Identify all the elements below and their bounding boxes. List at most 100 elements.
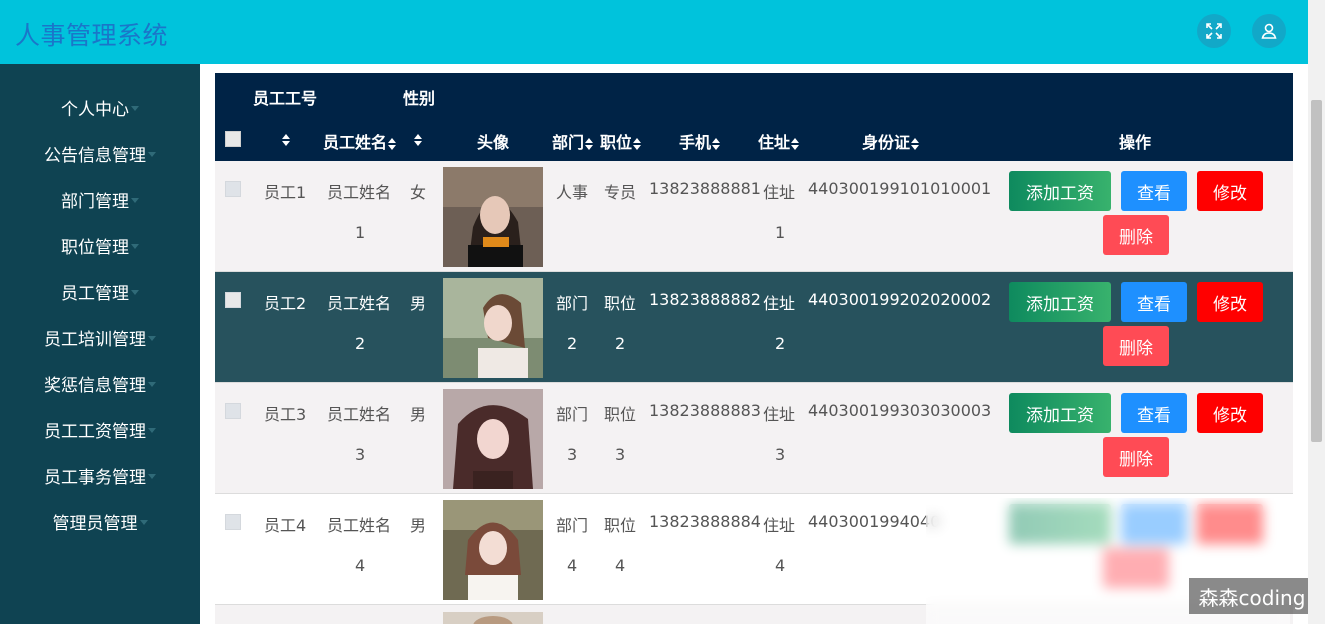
row-checkbox[interactable] [225, 292, 241, 308]
fullscreen-icon [1206, 23, 1222, 39]
delete-button[interactable]: 删除 [1103, 437, 1169, 477]
cell-position-number: 3 [615, 445, 626, 464]
sort-icon [791, 137, 800, 150]
sidebar-item-rewards[interactable]: 奖惩信息管理 [0, 360, 200, 406]
page-scrollbar[interactable] [1308, 0, 1325, 624]
header-dept-label: 部门 [552, 133, 585, 152]
sidebar-item-training[interactable]: 员工培训管理 [0, 314, 200, 360]
sort-employee-no[interactable] [281, 129, 290, 148]
header-id-card-label: 身份证 [862, 133, 911, 152]
sidebar-item-label: 部门管理 [61, 191, 129, 212]
watermark: 森森coding [1189, 578, 1315, 614]
caret-down-icon [131, 105, 139, 111]
view-button[interactable]: 查看 [1121, 171, 1187, 211]
cell-address: 住址 [763, 183, 796, 202]
header-position[interactable]: 职位 [600, 129, 642, 153]
fullscreen-button[interactable] [1197, 14, 1231, 48]
cell-position: 职位 [604, 405, 637, 424]
header-avatar: 头像 [477, 133, 510, 152]
sidebar-item-affairs[interactable]: 员工事务管理 [0, 452, 200, 498]
header-phone[interactable]: 手机 [679, 129, 721, 153]
sidebar-item-announcements[interactable]: 公告信息管理 [0, 130, 200, 176]
sidebar-item-admins[interactable]: 管理员管理 [0, 498, 200, 544]
avatar [443, 500, 543, 600]
cell-position: 职位 [604, 516, 637, 535]
sort-icon [585, 137, 594, 150]
select-all-checkbox[interactable] [225, 131, 241, 147]
caret-down-icon [148, 335, 156, 341]
delete-button[interactable]: 删除 [1103, 215, 1169, 255]
cell-position-number: 4 [615, 556, 626, 575]
cell-address: 住址 [763, 516, 796, 535]
sidebar-item-label: 员工培训管理 [44, 329, 146, 350]
cell-name-number: 4 [355, 556, 366, 575]
header-name[interactable]: 员工姓名 [323, 129, 397, 153]
row-checkbox[interactable] [225, 514, 241, 530]
cell-address: 住址 [763, 294, 796, 313]
sidebar-item-label: 员工事务管理 [44, 467, 146, 488]
cell-phone: 13823888884 [649, 512, 761, 531]
cell-employee-no: 员工1 [264, 183, 307, 202]
sidebar-item-salary[interactable]: 员工工资管理 [0, 406, 200, 452]
view-button[interactable]: 查看 [1121, 282, 1187, 322]
cell-position-number: 2 [615, 334, 626, 353]
avatar [443, 389, 543, 489]
avatar [443, 611, 543, 624]
cell-gender: 男 [410, 294, 427, 313]
add-salary-button[interactable]: 添加工资 [1009, 282, 1111, 322]
edit-button[interactable]: 修改 [1197, 171, 1263, 211]
header-gender[interactable]: 性别 [403, 85, 435, 109]
cell-phone: 13823888883 [649, 401, 761, 420]
cell-phone: 13823888881 [649, 179, 761, 198]
top-bar: 人事管理系统 [0, 0, 1308, 64]
sidebar-item-label: 职位管理 [61, 237, 129, 258]
cell-gender: 男 [410, 516, 427, 535]
sidebar-item-positions[interactable]: 职位管理 [0, 222, 200, 268]
header-phone-label: 手机 [679, 133, 712, 152]
cell-dept: 人事 [556, 183, 589, 202]
sort-gender[interactable] [413, 129, 422, 148]
cell-name-number: 1 [355, 223, 366, 242]
cell-id-card: 4403001994040 [808, 512, 941, 531]
edit-button[interactable]: 修改 [1197, 393, 1263, 433]
delete-button[interactable]: 删除 [1103, 326, 1169, 366]
cell-dept-number: 2 [567, 334, 578, 353]
cell-name: 员工姓名 [327, 294, 392, 313]
cell-dept: 部门 [556, 516, 589, 535]
cell-dept: 部门 [556, 405, 589, 424]
edit-button[interactable]: 修改 [1197, 282, 1263, 322]
table-row: 员工3 员工姓名 3 男 部门 3 职位 3 13823888883 住址 3 … [215, 383, 1293, 494]
add-salary-button[interactable]: 添加工资 [1009, 171, 1111, 211]
cell-address-number: 2 [775, 334, 786, 353]
row-checkbox[interactable] [225, 403, 241, 419]
cell-dept-number: 4 [567, 556, 578, 575]
caret-down-icon [139, 519, 148, 525]
user-button[interactable] [1252, 14, 1286, 48]
sidebar-item-employees[interactable]: 员工管理 [0, 268, 200, 314]
user-icon [1261, 23, 1277, 39]
sidebar-item-label: 个人中心 [61, 99, 129, 120]
header-id-card[interactable]: 身份证 [862, 129, 920, 153]
header-employee-no[interactable]: 员工工号 [253, 85, 317, 109]
cell-gender: 男 [410, 405, 427, 424]
row-checkbox[interactable] [225, 181, 241, 197]
scrollbar-thumb[interactable] [1311, 100, 1322, 442]
sort-icon [633, 137, 642, 150]
header-address[interactable]: 住址 [758, 129, 800, 153]
table-row: 员工2 员工姓名 2 男 部门 2 职位 2 13823888882 住址 2 … [215, 272, 1293, 383]
header-position-label: 职位 [600, 133, 633, 152]
cell-address-number: 3 [775, 445, 786, 464]
table-row: 员工1 员工姓名 1 女 人事 专员 13823888881 住址 1 4403… [215, 161, 1293, 272]
view-button[interactable]: 查看 [1121, 393, 1187, 433]
caret-down-icon [131, 289, 139, 295]
cell-name: 员工姓名 [327, 183, 392, 202]
app-title: 人事管理系统 [15, 21, 169, 50]
cell-phone: 13823888882 [649, 290, 761, 309]
sidebar-item-departments[interactable]: 部门管理 [0, 176, 200, 222]
sidebar-item-label: 公告信息管理 [44, 145, 146, 166]
add-salary-button[interactable]: 添加工资 [1009, 393, 1111, 433]
header-dept[interactable]: 部门 [552, 129, 594, 153]
cell-name: 员工姓名 [327, 516, 392, 535]
sidebar-item-personal-center[interactable]: 个人中心 [0, 84, 200, 130]
caret-down-icon [148, 151, 156, 157]
